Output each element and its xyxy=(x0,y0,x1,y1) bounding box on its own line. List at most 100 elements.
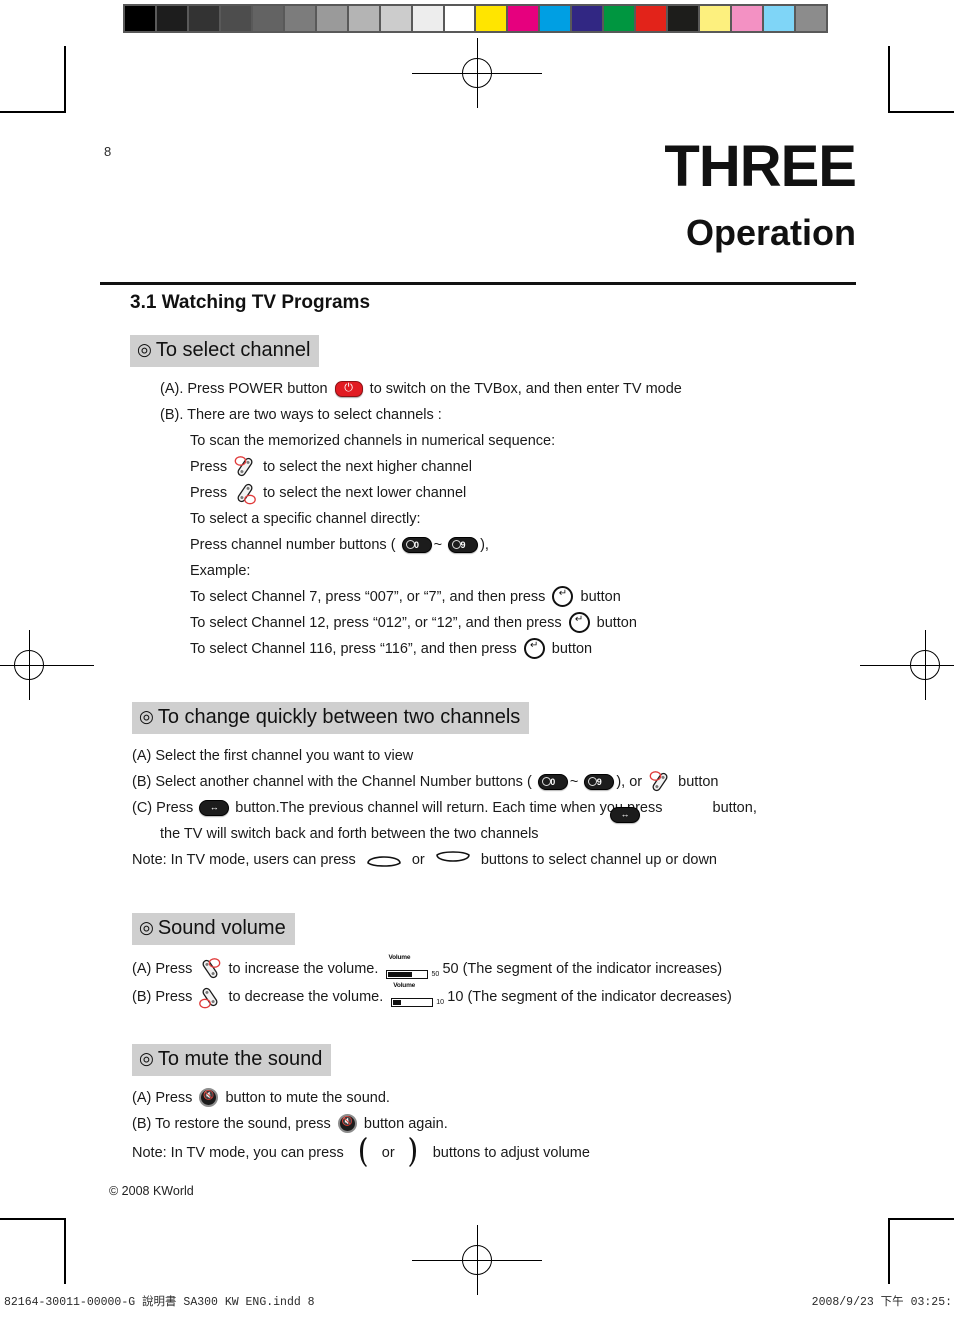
instruction-text: button xyxy=(596,614,637,631)
mute-button-icon[interactable]: 🔇 xyxy=(337,1114,357,1134)
instruction-text: the TV will switch back and forth betwee… xyxy=(160,825,539,842)
block-heading-label: Sound volume xyxy=(157,916,286,939)
color-swatch xyxy=(796,6,826,31)
color-swatch xyxy=(636,6,666,31)
mute-button-icon[interactable]: 🔇 xyxy=(199,1088,219,1108)
channel-down-button-icon[interactable] xyxy=(232,480,258,506)
volume-down-button-icon[interactable] xyxy=(197,984,223,1010)
volume-indicator-label: Volume xyxy=(393,981,416,989)
color-swatch xyxy=(732,6,762,31)
instruction-text: Example: xyxy=(190,562,251,579)
channel-up-button-icon[interactable] xyxy=(647,769,673,795)
instruction-text: to select the next lower channel xyxy=(263,484,467,501)
registration-mark-bottom xyxy=(412,1225,542,1295)
instruction-text: (A). Press POWER button xyxy=(160,380,328,397)
volume-indicator-fill xyxy=(393,1000,402,1006)
grayscale-swatch xyxy=(381,6,411,31)
crop-mark-top-right xyxy=(888,46,954,113)
content-blocks: ◎ To select channel (A). Press POWER butto… xyxy=(0,334,954,1167)
instruction-text: ), or xyxy=(616,773,643,790)
page-content: 3.1 Watching TV Programs ◎ To select chan… xyxy=(0,292,954,1167)
instruction-text: button again. xyxy=(363,1115,448,1132)
instruction-text: to decrease the volume. xyxy=(228,988,384,1005)
instruction-text: button.The previous channel will return.… xyxy=(235,799,663,816)
instruction-text: to switch on the TVBox, and then enter T… xyxy=(369,380,682,397)
volume-indicator-track xyxy=(391,998,434,1008)
instruction-text: To select Channel 12, press “012”, or “1… xyxy=(190,614,562,631)
instruction-line: (B) To restore the sound, press 🔇 button… xyxy=(0,1111,954,1137)
color-swatch xyxy=(508,6,538,31)
swap-channel-button-icon[interactable]: ↔ xyxy=(610,806,640,823)
enter-button-icon[interactable]: ↵ xyxy=(523,638,545,660)
channel-down-rocker-icon[interactable] xyxy=(434,850,472,868)
instruction-text: To select Channel 7, press “007”, or “7”… xyxy=(190,588,546,605)
print-slug-left: 82164-30011-00000-G 說明書 SA300 KW ENG.ind… xyxy=(4,1296,315,1309)
block-heading: ◎ Sound volume xyxy=(132,912,295,945)
instruction-line: To select a specific channel directly: xyxy=(0,506,954,532)
volume-up-rocker-icon[interactable] xyxy=(355,1137,371,1167)
grayscale-swatch xyxy=(253,6,283,31)
color-swatch xyxy=(604,6,634,31)
number-button-icon[interactable]: 0 xyxy=(537,773,568,790)
chapter-title: THREE xyxy=(664,134,857,199)
color-swatch xyxy=(700,6,730,31)
grayscale-swatch xyxy=(445,6,475,31)
instruction-text: (C) Press xyxy=(132,799,194,816)
instruction-text: (B). There are two ways to select channe… xyxy=(160,406,442,423)
swap-channel-button-icon[interactable]: ↔ xyxy=(199,799,230,816)
channel-up-button-icon[interactable] xyxy=(232,454,258,480)
instruction-line: Press to select the next lower channel xyxy=(0,480,954,506)
color-swatch xyxy=(668,6,698,31)
volume-indicator-track xyxy=(386,970,429,980)
instruction-text: (A) Press xyxy=(132,1089,193,1106)
instruction-text: 50 (The segment of the indicator increas… xyxy=(442,960,723,977)
grayscale-swatch xyxy=(125,6,155,31)
instruction-line: (B) Press to decrease the volume. Volume… xyxy=(0,982,954,1010)
volume-indicator-value: 10 xyxy=(436,998,445,1006)
instruction-text: (B) Press xyxy=(132,988,193,1005)
instruction-text: Press xyxy=(190,484,228,501)
instruction-text: Note: In TV mode, users can press xyxy=(132,851,356,868)
grayscale-swatch xyxy=(413,6,443,31)
instruction-text: button xyxy=(580,588,621,605)
instruction-text: buttons to adjust volume xyxy=(432,1144,590,1161)
color-swatch xyxy=(476,6,506,31)
instruction-text: ~ xyxy=(433,536,443,553)
color-swatch xyxy=(540,6,570,31)
grayscale-swatch xyxy=(317,6,347,31)
enter-button-icon[interactable]: ↵ xyxy=(568,612,590,634)
channel-up-rocker-icon[interactable] xyxy=(365,850,403,868)
instruction-text: (B) Select another channel with the Chan… xyxy=(132,773,532,790)
instruction-text: (A) Press xyxy=(132,960,193,977)
volume-indicator: Volume 50 xyxy=(386,954,439,980)
block-heading: ◎ To change quickly between two channels xyxy=(132,701,530,734)
instruction-text: To select a specific channel directly: xyxy=(190,510,421,527)
instruction-text: To select Channel 116, press “116”, and … xyxy=(190,640,517,657)
instruction-text: button xyxy=(678,773,719,790)
crop-mark-bottom-left xyxy=(0,1218,66,1284)
number-button-icon[interactable]: 0 xyxy=(401,536,432,553)
color-calibration-bar xyxy=(474,4,828,33)
grayscale-calibration-bar xyxy=(123,4,477,33)
number-button-icon[interactable]: 9 xyxy=(448,536,479,553)
enter-button-icon[interactable]: ↵ xyxy=(552,586,574,608)
volume-down-rocker-icon[interactable] xyxy=(406,1137,422,1167)
chapter-subtitle: Operation xyxy=(685,212,856,253)
page-number: 8 xyxy=(104,144,112,159)
instruction-line: Note: In TV mode, you can press or butto… xyxy=(0,1137,954,1167)
color-swatch xyxy=(572,6,602,31)
grayscale-swatch xyxy=(221,6,251,31)
instruction-line: To select Channel 7, press “007”, or “7”… xyxy=(0,584,954,610)
number-button-icon[interactable]: 9 xyxy=(584,773,615,790)
instruction-line: (A) Select the first channel you want to… xyxy=(0,743,954,769)
power-button-icon[interactable] xyxy=(334,380,363,397)
instruction-line: (A) Press to increase the volume. Volume… xyxy=(0,954,954,982)
instruction-text: Press xyxy=(190,458,228,475)
instruction-text: (A) Select the first channel you want to… xyxy=(132,747,414,764)
volume-up-button-icon[interactable] xyxy=(197,956,223,982)
instruction-line: Example: xyxy=(0,558,954,584)
instruction-line: (B). There are two ways to select channe… xyxy=(0,402,954,428)
instruction-text: Press channel number buttons ( xyxy=(190,536,396,553)
instruction-line: Press to select the next higher channel xyxy=(0,454,954,480)
instruction-text: To scan the memorized channels in numeri… xyxy=(190,432,556,449)
